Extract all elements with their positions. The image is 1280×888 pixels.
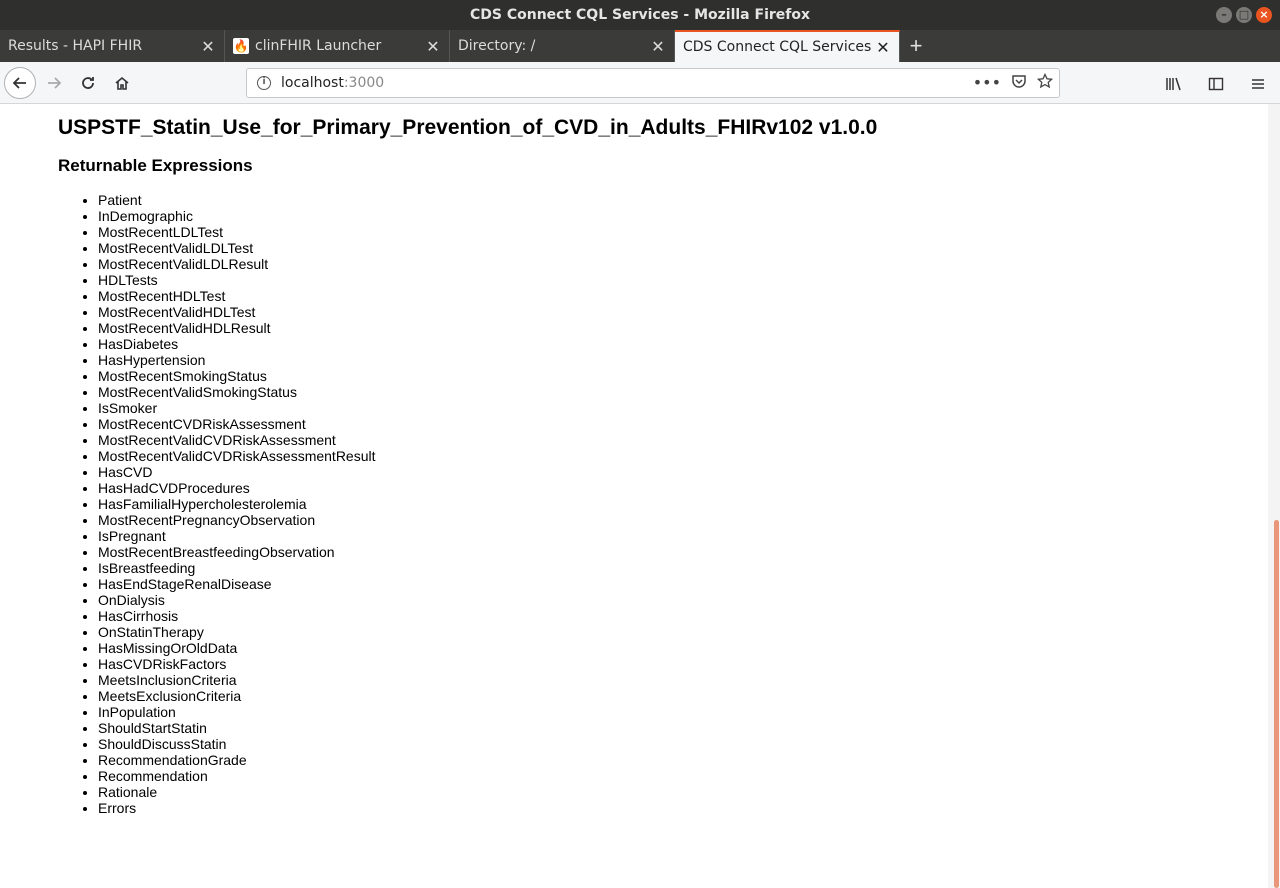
- expression-list-item: MostRecentValidLDLTest: [98, 240, 376, 256]
- expression-list-item: MostRecentValidSmokingStatus: [98, 384, 376, 400]
- expression-list-item: IsBreastfeeding: [98, 560, 376, 576]
- close-window-icon[interactable]: ×: [1256, 7, 1272, 23]
- maximize-icon[interactable]: □: [1236, 7, 1252, 23]
- library-icon: [1166, 77, 1181, 91]
- home-icon: [115, 76, 129, 90]
- expression-list-item: ShouldDiscussStatin: [98, 736, 376, 752]
- expression-list-item: InPopulation: [98, 704, 376, 720]
- tab-label: clinFHIR Launcher: [255, 38, 382, 54]
- url-port: :3000: [343, 75, 385, 91]
- minimize-icon[interactable]: –: [1216, 7, 1232, 23]
- home-button[interactable]: [106, 67, 138, 99]
- expression-list-item: HasHadCVDProcedures: [98, 480, 376, 496]
- expression-list-item: HDLTests: [98, 272, 376, 288]
- tab-results-hapi-fhir[interactable]: Results - HAPI FHIR ✕: [0, 30, 225, 62]
- back-button[interactable]: [4, 66, 36, 99]
- flame-icon: 🔥: [233, 38, 249, 54]
- arrow-right-icon: [48, 76, 62, 89]
- expression-list-item: Errors: [98, 800, 376, 816]
- library-heading: USPSTF_Statin_Use_for_Primary_Prevention…: [58, 116, 878, 139]
- expression-list-item: MeetsInclusionCriteria: [98, 672, 376, 688]
- expression-list-item: HasCVD: [98, 464, 376, 480]
- reload-icon: [82, 76, 94, 89]
- tab-close-icon[interactable]: ✕: [646, 37, 670, 56]
- expression-list-item: Rationale: [98, 784, 376, 800]
- expression-list-item: HasEndStageRenalDisease: [98, 576, 376, 592]
- bookmark-star-icon[interactable]: [1037, 73, 1053, 89]
- expression-list-item: MostRecentSmokingStatus: [98, 368, 376, 384]
- expression-list-item: MostRecentPregnancyObservation: [98, 512, 376, 528]
- expression-list-item: MostRecentValidCVDRiskAssessment: [98, 432, 376, 448]
- expression-list-item: HasFamilialHypercholesterolemia: [98, 496, 376, 512]
- expression-list-item: HasCVDRiskFactors: [98, 656, 376, 672]
- expression-list-item: HasCirrhosis: [98, 608, 376, 624]
- navigation-toolbar: i localhost:3000 •••: [0, 62, 1280, 104]
- tab-close-icon[interactable]: ✕: [421, 37, 445, 56]
- scrollbar-thumb[interactable]: [1274, 520, 1279, 888]
- tab-label: Results - HAPI FHIR: [8, 38, 143, 54]
- sidebar-icon: [1208, 77, 1224, 91]
- reload-button[interactable]: [72, 67, 104, 99]
- returnable-expressions-heading: Returnable Expressions: [58, 156, 253, 175]
- expression-list-item: Recommendation: [98, 768, 376, 784]
- url-host: localhost: [281, 75, 344, 91]
- expression-list-item: MostRecentHDLTest: [98, 288, 376, 304]
- menu-button[interactable]: [1242, 68, 1274, 100]
- expression-list-item: MostRecentCVDRiskAssessment: [98, 416, 376, 432]
- window-title: CDS Connect CQL Services - Mozilla Firef…: [469, 7, 811, 23]
- tab-cds-connect[interactable]: CDS Connect CQL Services ✕: [675, 30, 900, 62]
- window-titlebar: CDS Connect CQL Services - Mozilla Firef…: [0, 0, 1280, 30]
- library-button[interactable]: [1158, 68, 1190, 100]
- expression-list-item: MostRecentValidLDLResult: [98, 256, 376, 272]
- expression-list-item: MostRecentValidHDLResult: [98, 320, 376, 336]
- expression-list-item: HasDiabetes: [98, 336, 376, 352]
- arrow-left-icon: [12, 76, 26, 89]
- expression-list-item: HasMissingOrOldData: [98, 640, 376, 656]
- url-actions: •••: [973, 73, 1053, 92]
- page-actions-icon[interactable]: •••: [973, 73, 1001, 92]
- expression-list-item: MeetsExclusionCriteria: [98, 688, 376, 704]
- window-controls: – □ ×: [1216, 7, 1272, 23]
- expression-list: PatientInDemographicMostRecentLDLTestMos…: [98, 192, 376, 816]
- expression-list-item: IsSmoker: [98, 400, 376, 416]
- expression-list-item: Patient: [98, 192, 376, 208]
- forward-button[interactable]: [38, 67, 70, 99]
- tab-directory[interactable]: Directory: / ✕: [450, 30, 675, 62]
- tab-close-icon[interactable]: ✕: [871, 38, 895, 57]
- expression-list-item: OnStatinTherapy: [98, 624, 376, 640]
- expression-list-item: MostRecentValidCVDRiskAssessmentResult: [98, 448, 376, 464]
- hamburger-menu-icon: [1252, 79, 1264, 89]
- tab-clinfhir-launcher[interactable]: 🔥 clinFHIR Launcher ✕: [225, 30, 450, 62]
- expression-list-item: InDemographic: [98, 208, 376, 224]
- page-content: USPSTF_Statin_Use_for_Primary_Prevention…: [0, 104, 1268, 888]
- expression-list-item: HasHypertension: [98, 352, 376, 368]
- sidebar-button[interactable]: [1200, 68, 1232, 100]
- page-scrollbar[interactable]: [1268, 104, 1280, 888]
- expression-list-item: MostRecentValidHDLTest: [98, 304, 376, 320]
- expression-list-item: ShouldStartStatin: [98, 720, 376, 736]
- expression-list-item: RecommendationGrade: [98, 752, 376, 768]
- tab-close-icon[interactable]: ✕: [196, 37, 220, 56]
- expression-list-item: MostRecentLDLTest: [98, 224, 376, 240]
- new-tab-button[interactable]: +: [900, 30, 932, 62]
- tab-bar: Results - HAPI FHIR ✕ 🔥 clinFHIR Launche…: [0, 30, 1280, 62]
- expression-list-item: OnDialysis: [98, 592, 376, 608]
- expression-list-item: MostRecentBreastfeedingObservation: [98, 544, 376, 560]
- address-bar[interactable]: i localhost:3000 •••: [246, 68, 1060, 98]
- info-icon[interactable]: i: [257, 76, 271, 90]
- expression-list-item: IsPregnant: [98, 528, 376, 544]
- tab-label: Directory: /: [458, 38, 536, 54]
- tab-label: CDS Connect CQL Services: [683, 39, 871, 55]
- pocket-icon[interactable]: [1011, 73, 1027, 89]
- toolbar-right: [1156, 68, 1274, 100]
